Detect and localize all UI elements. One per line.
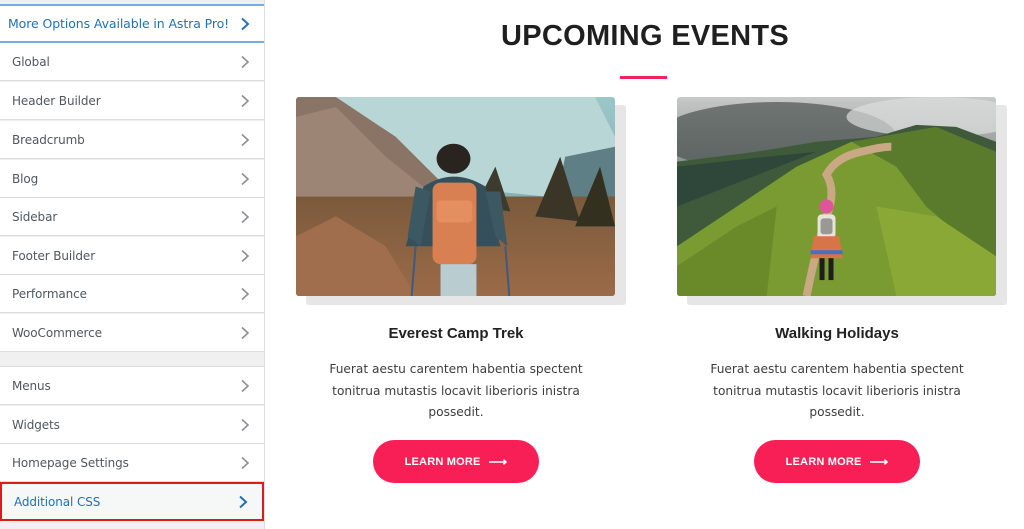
event-description: Fuerat aestu carentem habentia spectent …: [710, 362, 964, 419]
customizer-sidebar: More Options Available in Astra Pro! Glo…: [0, 0, 265, 529]
sidebar-item-menus[interactable]: Menus: [0, 367, 264, 405]
chevron-right-icon: [241, 418, 250, 431]
sidebar-item-woocommerce[interactable]: WooCommerce: [0, 314, 264, 352]
chevron-right-icon: [241, 456, 250, 469]
sidebar-item-label: Sidebar: [12, 209, 58, 224]
chevron-right-icon: [241, 172, 250, 185]
chevron-right-icon: [241, 94, 250, 107]
sidebar-item-label: Blog: [12, 171, 39, 186]
sidebar-item-homepage-settings[interactable]: Homepage Settings: [0, 444, 264, 482]
sidebar-item-label: Additional CSS: [14, 494, 101, 509]
chevron-right-icon: [241, 55, 250, 68]
chevron-right-icon: [241, 379, 250, 392]
chevron-right-icon: [241, 287, 250, 300]
event-image-hiker: [296, 97, 615, 296]
sidebar-item-label: WooCommerce: [12, 325, 102, 340]
chevron-right-icon: [241, 17, 250, 30]
event-description: Fuerat aestu carentem habentia spectent …: [329, 362, 583, 419]
astra-pro-promo-link[interactable]: More Options Available in Astra Pro!: [0, 4, 264, 43]
sidebar-item-label: Widgets: [12, 417, 60, 432]
sidebar-item-label: Global: [12, 54, 50, 69]
chevron-right-icon: [241, 326, 250, 339]
sidebar-item-blog[interactable]: Blog: [0, 160, 264, 198]
sidebar-item-label: Breadcrumb: [12, 132, 85, 147]
button-label: LEARN MORE: [404, 455, 481, 468]
event-title: Everest Camp Trek: [388, 325, 524, 342]
learn-more-button[interactable]: LEARN MORE ⟶: [373, 440, 539, 483]
chevron-right-icon: [241, 210, 250, 223]
sidebar-item-footer-builder[interactable]: Footer Builder: [0, 237, 264, 275]
section-title: UPCOMING EVENTS: [500, 20, 790, 52]
chevron-right-icon: [241, 249, 250, 262]
sidebar-item-label: Footer Builder: [12, 248, 96, 263]
arrow-right-icon: ⟶: [869, 454, 889, 469]
button-label: LEARN MORE: [785, 455, 862, 468]
sidebar-item-label: Homepage Settings: [12, 455, 129, 470]
sidebar-item-breadcrumb[interactable]: Breadcrumb: [0, 121, 264, 159]
section-divider: [0, 353, 264, 367]
title-underline: [620, 76, 667, 79]
chevron-right-icon: [239, 495, 248, 508]
sidebar-item-widgets[interactable]: Widgets: [0, 406, 264, 444]
sidebar-item-header-builder[interactable]: Header Builder: [0, 82, 264, 120]
promo-label: More Options Available in Astra Pro!: [8, 16, 230, 31]
learn-more-button[interactable]: LEARN MORE ⟶: [754, 440, 920, 483]
sidebar-item-sidebar[interactable]: Sidebar: [0, 198, 264, 236]
sidebar-item-label: Menus: [12, 378, 51, 393]
event-title: Walking Holidays: [775, 325, 899, 342]
event-image-ridge-walk: [677, 97, 996, 296]
sidebar-item-global[interactable]: Global: [0, 43, 264, 81]
sidebar-item-label: Header Builder: [12, 93, 101, 108]
site-preview: UPCOMING EVENTS Everest Camp Trek Fuerat…: [266, 0, 1024, 529]
sidebar-item-label: Performance: [12, 286, 87, 301]
sidebar-item-additional-css[interactable]: Additional CSS: [0, 482, 264, 521]
arrow-right-icon: ⟶: [488, 454, 508, 469]
chevron-right-icon: [241, 133, 250, 146]
sidebar-item-performance[interactable]: Performance: [0, 275, 264, 313]
